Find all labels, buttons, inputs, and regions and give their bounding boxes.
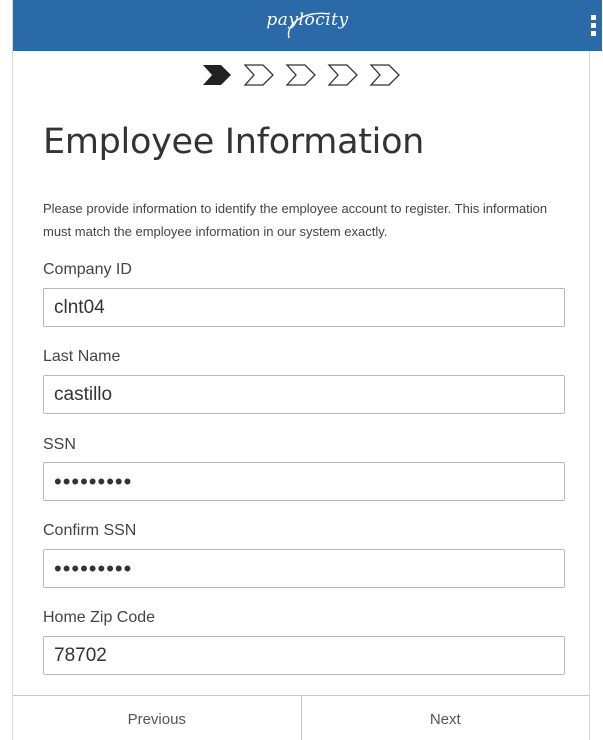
footer-nav: Previous Next [13, 695, 589, 740]
ssn-label: SSN [43, 436, 76, 453]
progress-steps [13, 62, 589, 88]
step-5-chevron-icon [368, 62, 402, 88]
paylocity-logo: paylocity [266, 10, 349, 30]
next-button[interactable]: Next [301, 696, 589, 740]
page-description: Please provide information to identify t… [43, 201, 548, 239]
last-name-label: Last Name [43, 348, 121, 365]
step-3-chevron-icon [284, 62, 318, 88]
previous-button[interactable]: Previous [13, 696, 301, 740]
step-1-chevron-icon [200, 62, 234, 88]
company-id-label: Company ID [43, 261, 132, 278]
frame-border-right [589, 0, 590, 740]
last-name-input[interactable]: castillo [43, 375, 565, 414]
home-zip-label: Home Zip Code [43, 609, 156, 626]
confirm-ssn-input[interactable]: ••••••••• [43, 549, 565, 588]
app-header: paylocity [13, 0, 602, 51]
home-zip-input[interactable]: 78702 [43, 636, 565, 675]
step-4-chevron-icon [326, 62, 360, 88]
ssn-input[interactable]: ••••••••• [43, 462, 565, 501]
registration-page: paylocity Employee Information Please pr… [0, 0, 603, 740]
step-2-chevron-icon [242, 62, 276, 88]
kebab-menu-icon[interactable] [590, 15, 598, 41]
company-id-input[interactable]: clnt04 [43, 288, 565, 327]
confirm-ssn-label: Confirm SSN [43, 522, 137, 539]
page-title: Employee Information [43, 122, 425, 162]
frame-border-left [12, 0, 13, 740]
